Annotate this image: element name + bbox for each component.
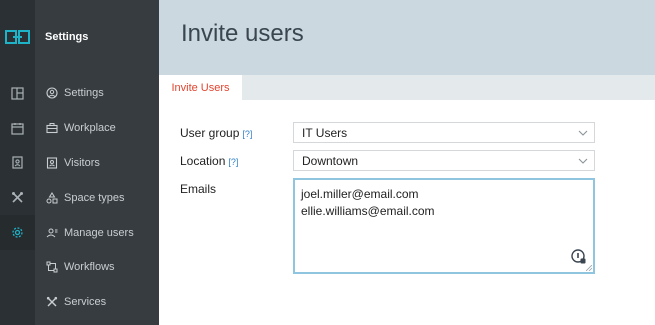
sidebar: Settings Settings Workplace Visitors Spa…: [35, 0, 159, 325]
emails-label: Emails: [180, 182, 217, 196]
sidebar-item-settings[interactable]: Settings: [35, 81, 159, 105]
calendar-icon[interactable]: [10, 121, 25, 136]
user-circle-icon: [45, 86, 59, 100]
email-line: joel.miller@email.com: [301, 187, 419, 201]
sidebar-item-manage-users[interactable]: Manage users: [35, 221, 159, 245]
page-title: Invite users: [181, 20, 304, 47]
sidebar-item-label: Settings: [64, 87, 104, 99]
location-value: Downtown: [302, 153, 359, 168]
briefcase-icon: [45, 121, 59, 135]
sidebar-item-label: Manage users: [64, 227, 134, 239]
resize-grip-icon[interactable]: [586, 265, 592, 271]
location-label-row: Location [?]: [180, 154, 238, 168]
sidebar-item-workplace[interactable]: Workplace: [35, 116, 159, 140]
badge-icon[interactable]: [10, 155, 25, 170]
sidebar-item-label: Workflows: [64, 261, 115, 273]
icon-rail: [0, 0, 35, 325]
manage-users-icon: [45, 226, 59, 240]
email-line: ellie.williams@email.com: [301, 204, 435, 218]
user-group-label: User group: [180, 126, 240, 140]
location-label: Location: [180, 154, 226, 168]
sidebar-item-label: Visitors: [64, 157, 100, 169]
sidebar-title: Settings: [45, 31, 89, 43]
user-group-select[interactable]: IT Users: [293, 122, 595, 143]
app-logo-icon[interactable]: [5, 28, 30, 46]
user-group-label-row: User group [?]: [180, 126, 252, 140]
sidebar-item-visitors[interactable]: Visitors: [35, 151, 159, 175]
shapes-icon: [45, 191, 59, 205]
tools-icon: [45, 295, 59, 309]
sidebar-item-label: Workplace: [64, 122, 116, 134]
sidebar-item-label: Services: [64, 296, 107, 308]
tools-icon[interactable]: [10, 190, 25, 205]
chevron-down-icon: [578, 130, 588, 136]
tab-bar: Invite Users: [159, 75, 655, 100]
workflow-icon: [45, 260, 59, 274]
sidebar-item-label: Space types: [64, 192, 125, 204]
tab-invite-users[interactable]: Invite Users: [159, 75, 242, 100]
emails-textarea[interactable]: joel.miller@email.com ellie.williams@ema…: [293, 178, 595, 274]
floorplan-icon[interactable]: [10, 86, 25, 101]
sidebar-item-space-types[interactable]: Space types: [35, 186, 159, 210]
user-group-help-link[interactable]: [?]: [242, 129, 252, 139]
visitor-badge-icon: [45, 156, 59, 170]
chevron-down-icon: [578, 158, 588, 164]
user-group-value: IT Users: [302, 125, 348, 140]
sidebar-item-services[interactable]: Services: [35, 290, 159, 314]
gear-icon[interactable]: [0, 215, 35, 250]
sidebar-item-workflows[interactable]: Workflows: [35, 255, 159, 279]
location-help-link[interactable]: [?]: [228, 157, 238, 167]
page-header: Invite users: [159, 0, 655, 75]
location-select[interactable]: Downtown: [293, 150, 595, 171]
password-manager-icon[interactable]: [571, 249, 587, 265]
